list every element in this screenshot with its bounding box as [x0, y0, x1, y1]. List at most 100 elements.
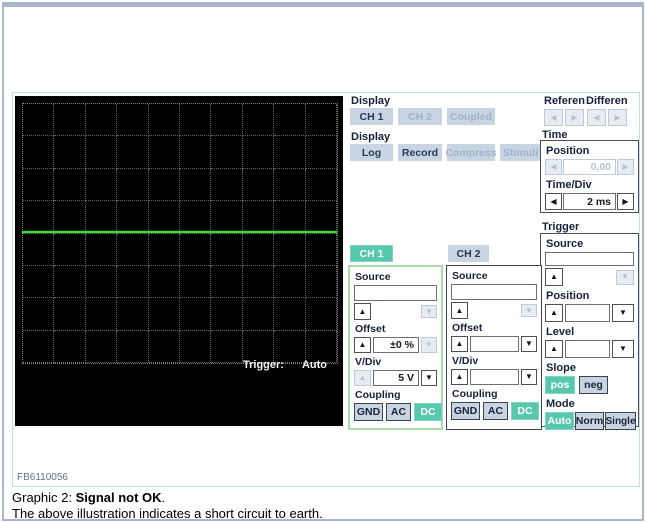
ch1-vdiv-up-button[interactable]: ▲ — [354, 370, 371, 386]
caption: Graphic 2: Signal not OK. The above illu… — [12, 490, 323, 522]
tab-ch2[interactable]: CH 2 — [448, 245, 489, 262]
caption-title: Graphic 2: Signal not OK. — [12, 490, 323, 506]
ch2-vdiv-field[interactable] — [470, 369, 519, 385]
figure-id: FB6110056 — [17, 472, 68, 483]
ch2-source-down-button[interactable]: ▼ — [521, 304, 537, 317]
trigger-source-field[interactable] — [545, 252, 634, 266]
chevron-right-icon: ▶ — [622, 196, 629, 206]
caption-description: The above illustration indicates a short… — [12, 506, 323, 521]
mode-auto-button[interactable]: Auto — [545, 412, 574, 430]
referen-label: Referen — [544, 95, 585, 107]
chevron-down-icon: ▼ — [621, 272, 629, 281]
ch2-coupling-dc-button[interactable]: DC — [511, 402, 539, 420]
ch1-source-down-button[interactable]: ▼ — [421, 305, 437, 318]
ch2-coupling-gnd-button[interactable]: GND — [451, 402, 480, 420]
chevron-up-icon: ▲ — [455, 372, 464, 381]
record-button[interactable]: Record — [398, 144, 442, 161]
caption-prefix: Graphic 2: — [12, 490, 76, 505]
ch2-vdiv-up-button[interactable]: ▲ — [451, 369, 468, 385]
time-div-field[interactable] — [563, 193, 616, 210]
mode-norm-button[interactable]: Norm — [575, 412, 604, 430]
ch1-offset-field[interactable] — [373, 337, 419, 353]
differen-left-button[interactable]: ◀ — [587, 109, 606, 126]
compress-button[interactable]: Compress — [445, 144, 497, 161]
slope-neg-button[interactable]: neg — [579, 376, 608, 394]
ch1-vdiv-label: V/Div — [355, 356, 382, 368]
trigger-position-down-button[interactable]: ▼ — [612, 304, 634, 322]
ch1-coupling-label: Coupling — [355, 389, 401, 401]
chevron-up-icon: ▲ — [358, 306, 367, 316]
chevron-up-icon: ▲ — [550, 308, 558, 317]
ch2-source-up-button[interactable]: ▲ — [451, 302, 468, 319]
chevron-left-icon: ◀ — [550, 112, 557, 122]
trigger-status-label: Trigger: — [243, 359, 284, 371]
ch2-offset-field[interactable] — [470, 336, 519, 352]
chevron-down-icon: ▼ — [425, 306, 433, 316]
ch1-offset-down-button[interactable]: ▼ — [421, 337, 437, 353]
chevron-down-icon: ▼ — [619, 344, 627, 353]
display-ch2-button[interactable]: CH 2 — [398, 108, 442, 125]
tab-ch1[interactable]: CH 1 — [350, 245, 393, 262]
caption-suffix: . — [161, 490, 166, 505]
ch2-coupling-label: Coupling — [452, 388, 498, 400]
trigger-group: Source ▲ ▼ Position ▲ ▼ Level ▲ ▼ Slope … — [540, 233, 639, 430]
ch2-offset-label: Offset — [452, 322, 483, 334]
ch1-coupling-ac-button[interactable]: AC — [386, 403, 411, 421]
chevron-up-icon: ▲ — [358, 373, 367, 382]
ch1-coupling-gnd-button[interactable]: GND — [354, 403, 383, 421]
slope-pos-button[interactable]: pos — [545, 376, 575, 394]
ch2-offset-down-button[interactable]: ▼ — [521, 336, 537, 352]
time-position-left-button[interactable]: ◀ — [545, 159, 562, 175]
stimuli-button[interactable]: Stimuli — [500, 144, 541, 161]
signal-trace-flatline — [22, 231, 337, 233]
display-coupled-button[interactable]: Coupled — [447, 108, 495, 125]
trigger-level-field[interactable] — [565, 340, 610, 358]
chevron-down-icon: ▼ — [525, 305, 533, 315]
trigger-level-up-button[interactable]: ▲ — [545, 340, 563, 358]
trigger-source-label: Source — [546, 238, 584, 250]
ch1-source-field[interactable] — [354, 285, 437, 301]
ch2-offset-up-button[interactable]: ▲ — [451, 336, 468, 352]
ch1-source-label: Source — [355, 271, 391, 283]
ch1-panel: Source ▲ ▼ Offset ▲ ▼ V/Div ▲ ▼ Coupling… — [348, 265, 443, 430]
ch2-vdiv-down-button[interactable]: ▼ — [521, 369, 537, 385]
trigger-position-field[interactable] — [565, 304, 610, 322]
time-div-right-button[interactable]: ▶ — [617, 193, 634, 210]
ch2-source-field[interactable] — [451, 284, 537, 300]
ch1-vdiv-down-button[interactable]: ▼ — [421, 370, 437, 386]
log-button[interactable]: Log — [350, 144, 393, 161]
chevron-up-icon: ▲ — [358, 340, 367, 349]
chevron-down-icon: ▼ — [525, 372, 533, 381]
trigger-level-down-button[interactable]: ▼ — [612, 340, 634, 358]
display-mode-label: Display — [351, 131, 391, 143]
ch1-vdiv-field[interactable] — [373, 370, 419, 386]
chevron-up-icon: ▲ — [455, 339, 464, 348]
differen-right-button[interactable]: ▶ — [608, 109, 627, 126]
time-position-right-button[interactable]: ▶ — [617, 159, 634, 175]
page-frame: Trigger: Auto Display CH 1 CH 2 Coupled … — [2, 2, 644, 521]
ch1-coupling-dc-button[interactable]: DC — [414, 403, 442, 421]
ch1-offset-label: Offset — [355, 323, 386, 335]
ch1-offset-up-button[interactable]: ▲ — [354, 337, 371, 353]
ch2-panel: Source ▲ ▼ Offset ▲ ▼ V/Div ▲ ▼ Coupling… — [446, 265, 542, 430]
differen-label: Differen — [586, 95, 628, 107]
time-div-left-button[interactable]: ◀ — [545, 193, 562, 210]
trigger-mode-label: Mode — [546, 398, 575, 410]
referen-right-button[interactable]: ▶ — [565, 109, 584, 126]
display-ch1-button[interactable]: CH 1 — [350, 108, 393, 125]
mode-single-button[interactable]: Single — [605, 412, 636, 430]
chevron-up-icon: ▲ — [455, 305, 464, 315]
ch1-source-up-button[interactable]: ▲ — [354, 303, 371, 320]
trigger-source-down-button[interactable]: ▼ — [616, 269, 634, 285]
trigger-label: Trigger — [542, 221, 580, 233]
chevron-down-icon: ▼ — [619, 308, 627, 317]
ch2-vdiv-label: V/Div — [452, 355, 479, 367]
time-position-field[interactable] — [563, 159, 616, 175]
trigger-source-up-button[interactable]: ▲ — [545, 268, 563, 286]
trigger-position-up-button[interactable]: ▲ — [545, 304, 563, 322]
referen-left-button[interactable]: ◀ — [544, 109, 563, 126]
chevron-right-icon: ▶ — [571, 112, 578, 122]
trigger-position-label: Position — [546, 290, 590, 302]
time-div-label: Time/Div — [546, 179, 592, 191]
ch2-coupling-ac-button[interactable]: AC — [483, 402, 508, 420]
